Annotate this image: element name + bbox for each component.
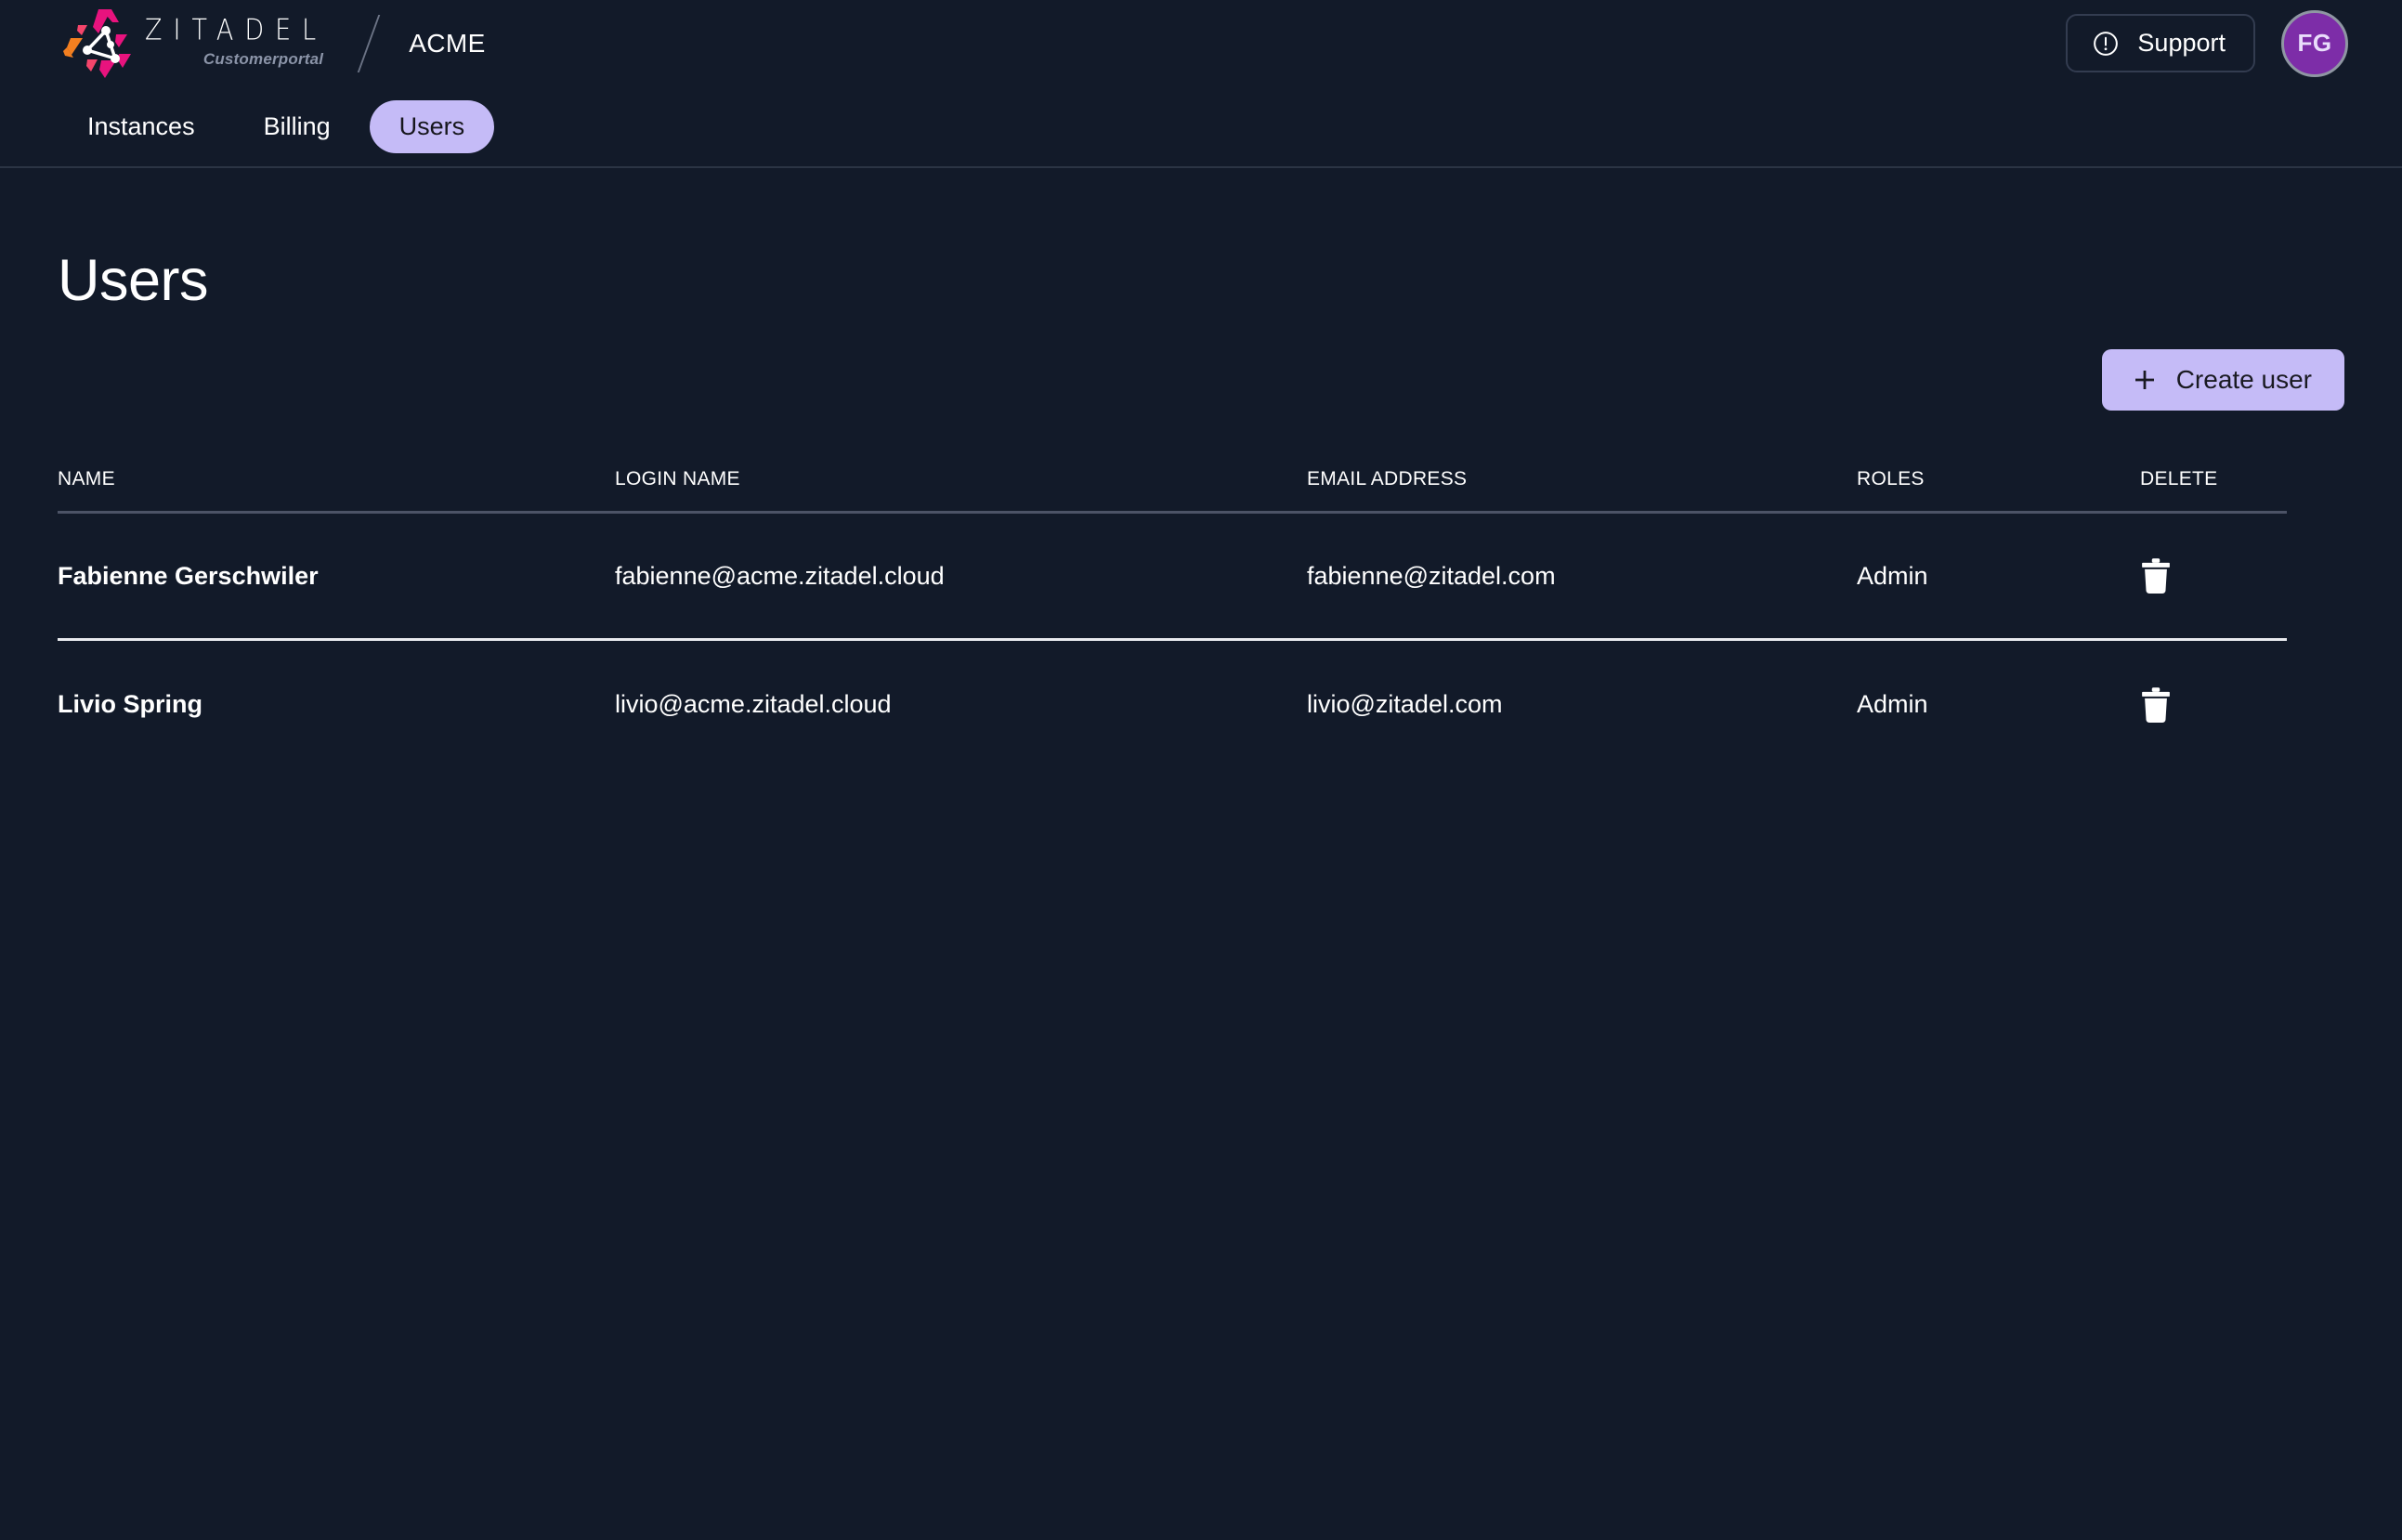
cell-email: fabienne@zitadel.com <box>1307 561 1556 590</box>
column-header-delete: DELETE <box>2140 468 2218 489</box>
table-row[interactable]: Livio Spring livio@acme.zitadel.cloud li… <box>58 641 2287 768</box>
cell-login: fabienne@acme.zitadel.cloud <box>615 561 945 590</box>
cell-delete <box>2140 686 2287 724</box>
brand-subtitle: Customerportal <box>202 50 324 68</box>
cell-roles: Admin <box>1857 561 1928 590</box>
cell-name: Livio Spring <box>58 690 203 718</box>
plus-icon <box>2134 371 2154 389</box>
avatar-initials: FG <box>2297 29 2332 57</box>
cell-delete <box>2140 557 2287 594</box>
tab-billing[interactable]: Billing <box>234 100 360 153</box>
support-button[interactable]: Support <box>2066 14 2255 72</box>
cell-roles: Admin <box>1857 690 1928 718</box>
cell-email: livio@zitadel.com <box>1307 690 1503 718</box>
column-header-email: EMAIL ADDRESS <box>1307 468 1468 489</box>
column-header-login: LOGIN NAME <box>615 468 740 489</box>
table-header-row: NAME LOGIN NAME EMAIL ADDRESS ROLES DELE… <box>58 468 2287 514</box>
delete-user-button[interactable] <box>2140 557 2172 594</box>
brand-logo[interactable]: ZITADEL Customerportal <box>58 7 327 81</box>
support-button-label: Support <box>2137 29 2226 57</box>
breadcrumb-separator <box>357 14 381 72</box>
delete-user-button[interactable] <box>2140 686 2172 724</box>
column-header-name: NAME <box>58 468 115 489</box>
page-title: Users <box>58 248 209 313</box>
avatar[interactable]: FG <box>2281 9 2348 77</box>
organization-name: ACME <box>409 28 486 58</box>
zitadel-logo-icon <box>63 8 131 78</box>
main-navigation: Instances Billing Users <box>0 86 2402 168</box>
brand-wordmark: ZITADEL <box>145 13 328 47</box>
trash-icon <box>2142 558 2170 594</box>
cell-name: Fabienne Gerschwiler <box>58 561 319 590</box>
app-header: ZITADEL Customerportal ACME Support FG <box>0 0 2402 86</box>
main-content: Users Create user NAME LOGIN NAME EMAIL … <box>0 247 2402 768</box>
create-user-button[interactable]: Create user <box>2101 349 2344 411</box>
header-actions: Support FG <box>2066 9 2348 77</box>
trash-icon <box>2142 686 2170 723</box>
users-table: NAME LOGIN NAME EMAIL ADDRESS ROLES DELE… <box>58 468 2287 768</box>
table-row[interactable]: Fabienne Gerschwiler fabienne@acme.zitad… <box>58 514 2287 641</box>
cell-login: livio@acme.zitadel.cloud <box>615 690 892 718</box>
page-actions: Create user <box>58 349 2344 411</box>
info-circle-icon <box>2094 31 2119 56</box>
column-header-roles: ROLES <box>1857 468 1925 489</box>
tab-users[interactable]: Users <box>369 99 495 153</box>
create-user-button-label: Create user <box>2175 365 2312 394</box>
tab-instances[interactable]: Instances <box>58 100 225 153</box>
